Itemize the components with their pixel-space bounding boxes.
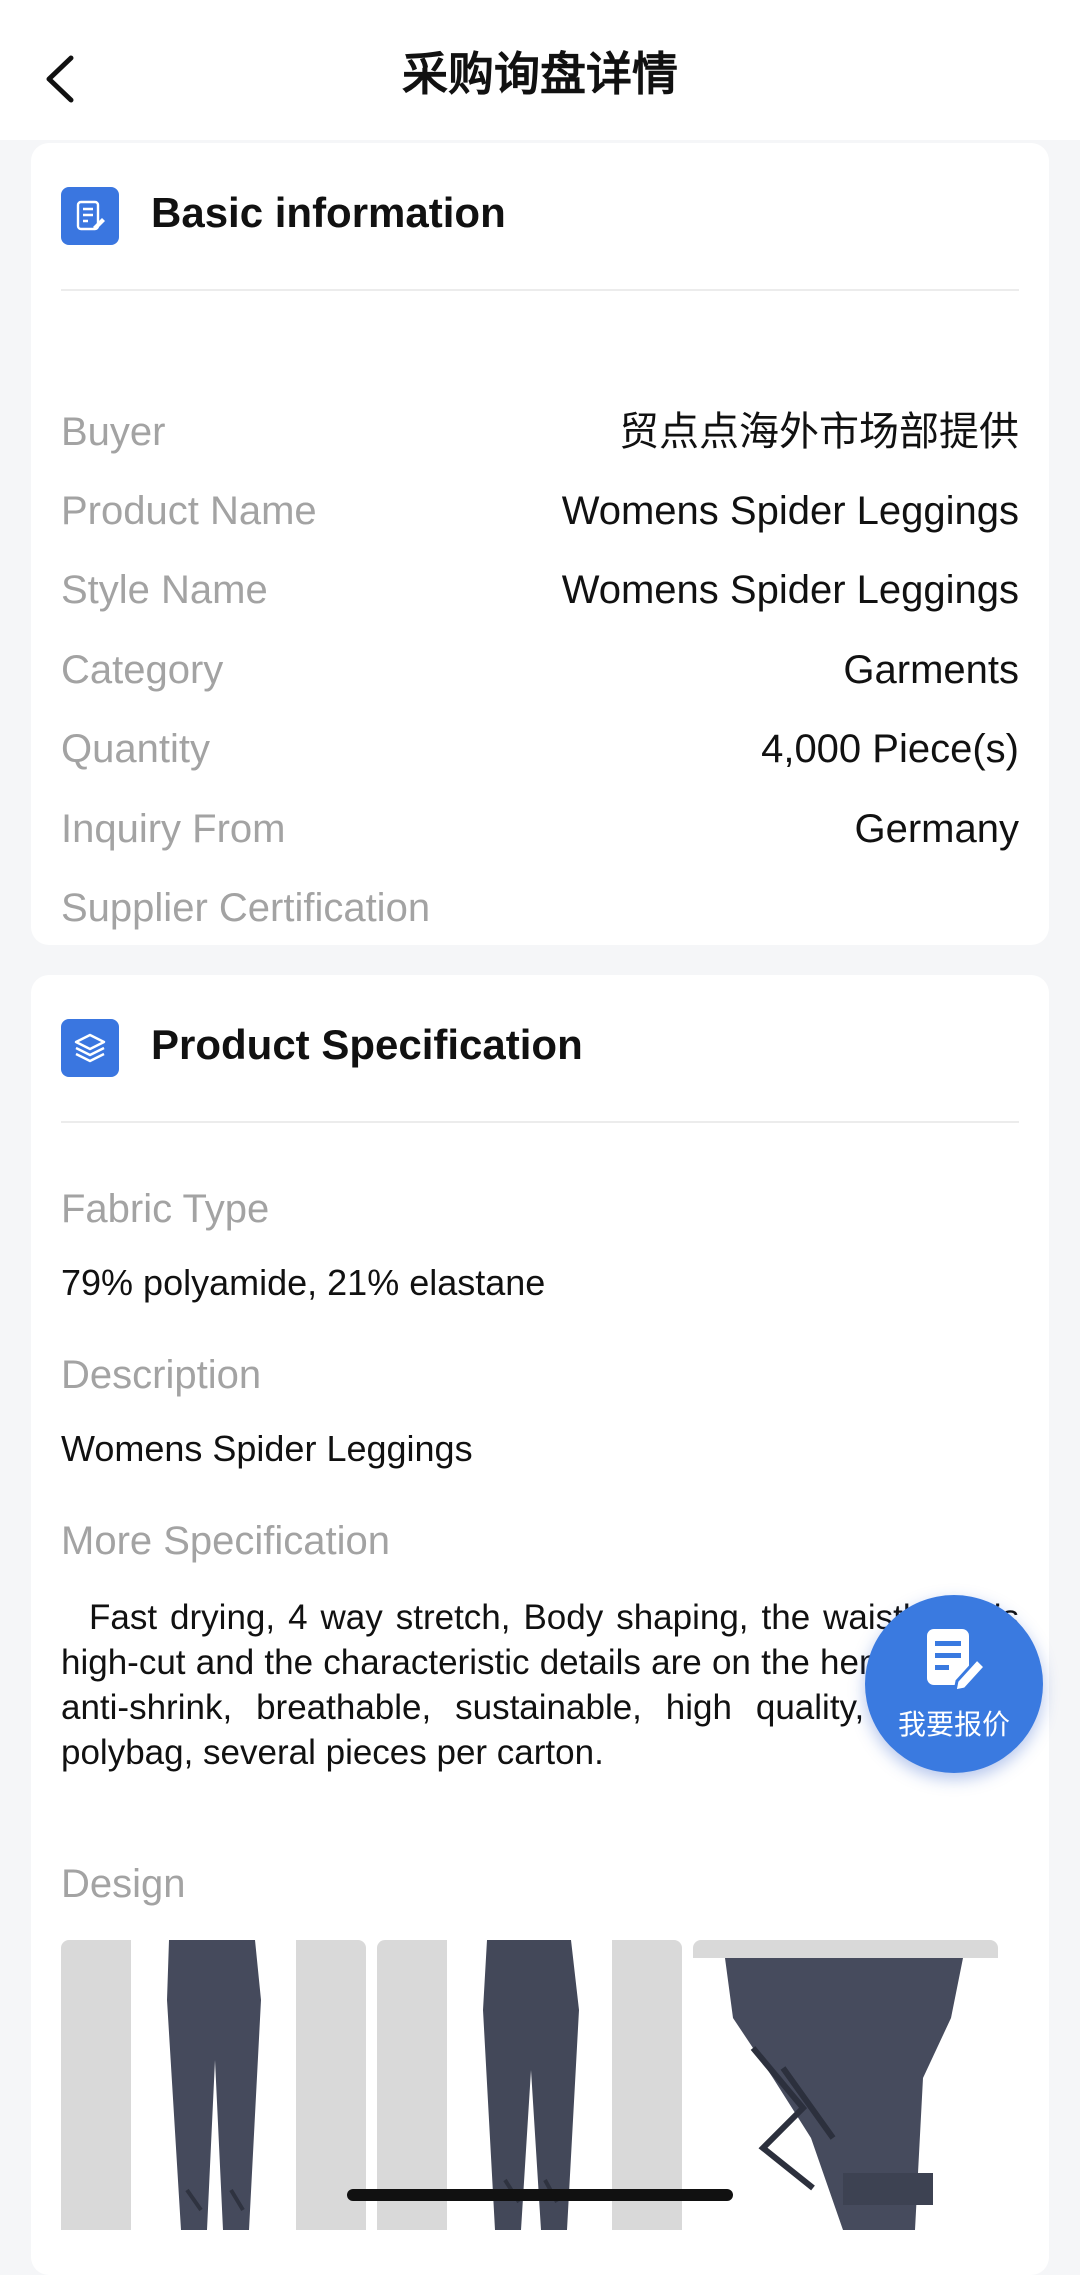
info-label: Style Name [61,568,268,612]
design-image-3[interactable] [693,1940,998,2230]
quote-fab-button[interactable]: 我要报价 [865,1595,1043,1773]
info-row-category: Category Garments [61,640,1019,700]
design-image-1[interactable] [61,1940,366,2230]
description-label: Description [61,1353,262,1397]
info-label: Product Name [61,489,317,533]
info-label: Category [61,648,224,692]
fabric-type-label: Fabric Type [61,1187,270,1231]
basic-information-header: Basic information [61,143,1019,291]
document-edit-icon [61,187,119,245]
section-title: Basic information [151,189,506,236]
product-photo [131,1940,296,2230]
info-row-inquiry-from: Inquiry From Germany [61,799,1019,859]
section-title: Product Specification [151,1021,583,1068]
product-photo [447,1940,612,2230]
info-value: Womens Spider Leggings [561,568,1019,612]
top-navigation-bar: 采购询盘详情 [0,0,1080,140]
design-label: Design [61,1862,186,1906]
quote-fab-label: 我要报价 [897,1709,1010,1740]
info-label: Inquiry From [61,807,286,851]
info-label: Supplier Certification [61,886,431,930]
info-row-quantity: Quantity 4,000 Piece(s) [61,719,1019,779]
info-value: Womens Spider Leggings [561,489,1019,533]
info-row-buyer: Buyer 贸点点海外市场部提供 [61,402,1019,462]
info-value: 贸点点海外市场部提供 [619,410,1019,454]
info-row-supplier-certification: Supplier Certification [61,878,1019,938]
info-label: Buyer [61,410,166,454]
info-row-style-name: Style Name Womens Spider Leggings [61,560,1019,620]
layers-icon [61,1019,119,1077]
product-specification-header: Product Specification [61,975,1019,1123]
more-specification-label: More Specification [61,1519,391,1563]
design-image-2[interactable] [377,1940,682,2230]
fabric-type-value: 79% polyamide, 21% elastane [61,1262,546,1303]
product-photo [693,1958,998,2230]
info-value: Germany [854,807,1020,851]
basic-information-card: Basic information Buyer 贸点点海外市场部提供 Produ… [31,143,1049,945]
page-title: 采购询盘详情 [402,48,678,100]
info-value: 4,000 Piece(s) [761,727,1019,771]
quote-edit-icon [927,1629,988,1693]
info-label: Quantity [61,727,210,771]
description-value: Womens Spider Leggings [61,1428,473,1469]
info-value: Garments [843,648,1019,692]
info-row-product-name: Product Name Womens Spider Leggings [61,481,1019,541]
home-indicator [347,2189,733,2201]
